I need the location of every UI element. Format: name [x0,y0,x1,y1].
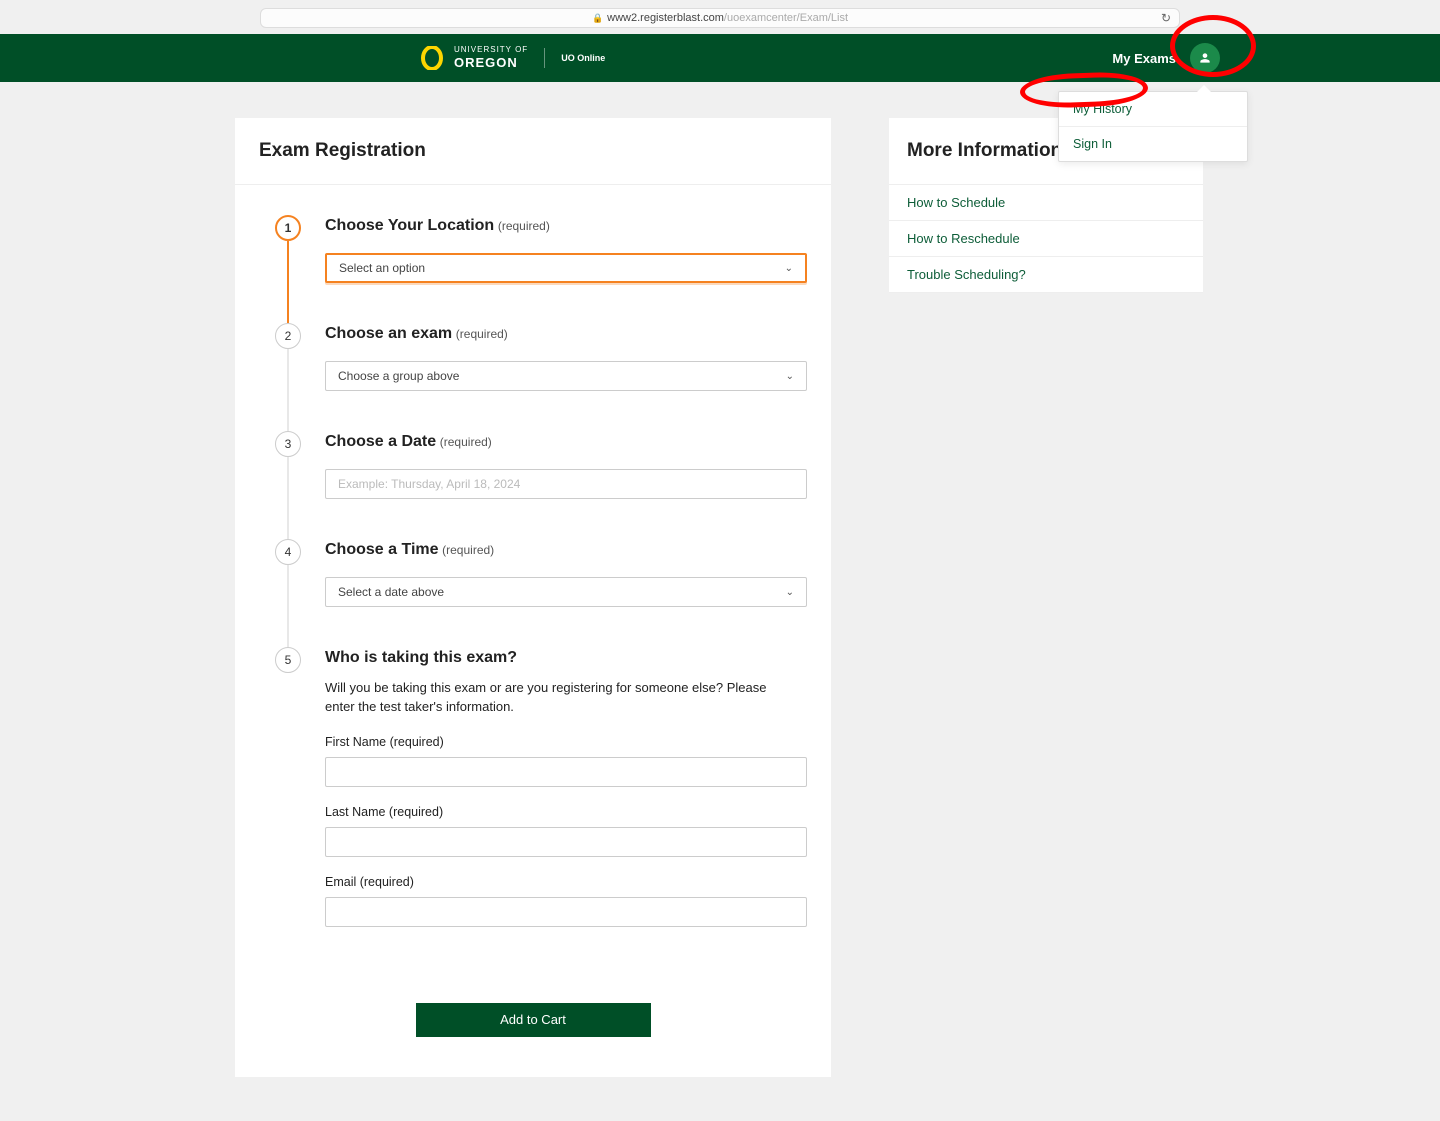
exam-registration-card: Exam Registration 1 Choose Your Location… [235,118,831,1077]
site-header: UNIVERSITY OF OREGON UO Online My Exams … [0,34,1440,82]
step-connector [287,241,289,323]
side-link-how-to-reschedule[interactable]: How to Reschedule [889,221,1203,257]
step-connector [287,565,289,647]
step-1-number: 1 [275,215,301,241]
step-4: 4 Choose a Time (required) Select a date… [275,539,807,647]
person-icon [1198,51,1212,65]
step-2: 2 Choose an exam (required) Choose a gro… [275,323,807,431]
exam-select-value: Choose a group above [338,369,459,383]
last-name-label: Last Name (required) [325,805,807,819]
my-exams-link[interactable]: My Exams [1112,51,1176,66]
step-4-number: 4 [275,539,301,565]
step-1: 1 Choose Your Location (required) Select… [275,215,807,323]
email-label: Email (required) [325,875,807,889]
side-link-how-to-schedule[interactable]: How to Schedule [889,185,1203,221]
first-name-input[interactable] [325,757,807,787]
url-bar[interactable]: 🔒 www2.registerblast.com/uoexamcenter/Ex… [260,8,1180,28]
lock-icon: 🔒 [592,13,603,24]
step-5-number: 5 [275,647,301,673]
brand-big-text: OREGON [454,55,528,70]
reload-icon[interactable]: ↻ [1161,11,1171,25]
date-input[interactable] [325,469,807,499]
user-dropdown: My History Sign In [1058,91,1248,162]
oregon-o-icon [420,46,444,70]
brand-small-text: UNIVERSITY OF [454,46,528,55]
url-domain: www2.registerblast.com [607,12,724,24]
step-3-required: (required) [440,435,492,449]
step-3-number: 3 [275,431,301,457]
time-select[interactable]: Select a date above ⌄ [325,577,807,607]
step-3: 3 Choose a Date (required) [275,431,807,539]
email-input[interactable] [325,897,807,927]
step-4-title: Choose a Time [325,541,439,558]
card-title: Exam Registration [235,118,831,185]
step-connector [287,349,289,431]
step-2-title: Choose an exam [325,325,452,342]
time-select-value: Select a date above [338,585,444,599]
last-name-input[interactable] [325,827,807,857]
brand-separator [544,48,545,68]
step-5-description: Will you be taking this exam or are you … [325,679,807,717]
chevron-down-icon: ⌄ [786,371,794,382]
chevron-down-icon: ⌄ [785,263,793,274]
step-connector [287,457,289,539]
brand-sub-text: UO Online [561,53,605,63]
step-2-number: 2 [275,323,301,349]
step-3-title: Choose a Date [325,433,436,450]
step-5-title: Who is taking this exam? [325,649,517,666]
side-link-trouble-scheduling[interactable]: Trouble Scheduling? [889,257,1203,293]
dropdown-my-history[interactable]: My History [1059,92,1247,127]
user-avatar-button[interactable] [1190,43,1220,73]
location-select-value: Select an option [339,261,425,275]
step-2-required: (required) [456,327,508,341]
exam-select[interactable]: Choose a group above ⌄ [325,361,807,391]
location-select[interactable]: Select an option ⌄ [325,253,807,283]
chevron-down-icon: ⌄ [786,587,794,598]
first-name-label: First Name (required) [325,735,807,749]
step-1-title: Choose Your Location [325,217,494,234]
dropdown-sign-in[interactable]: Sign In [1059,127,1247,161]
add-to-cart-button[interactable]: Add to Cart [416,1003,651,1037]
url-path: /uoexamcenter/Exam/List [724,12,848,24]
step-5: 5 Who is taking this exam? Will you be t… [275,647,807,967]
brand-logo[interactable]: UNIVERSITY OF OREGON UO Online [420,46,605,70]
step-1-required: (required) [498,219,550,233]
step-4-required: (required) [442,543,494,557]
browser-chrome: 🔒 www2.registerblast.com/uoexamcenter/Ex… [0,0,1440,34]
